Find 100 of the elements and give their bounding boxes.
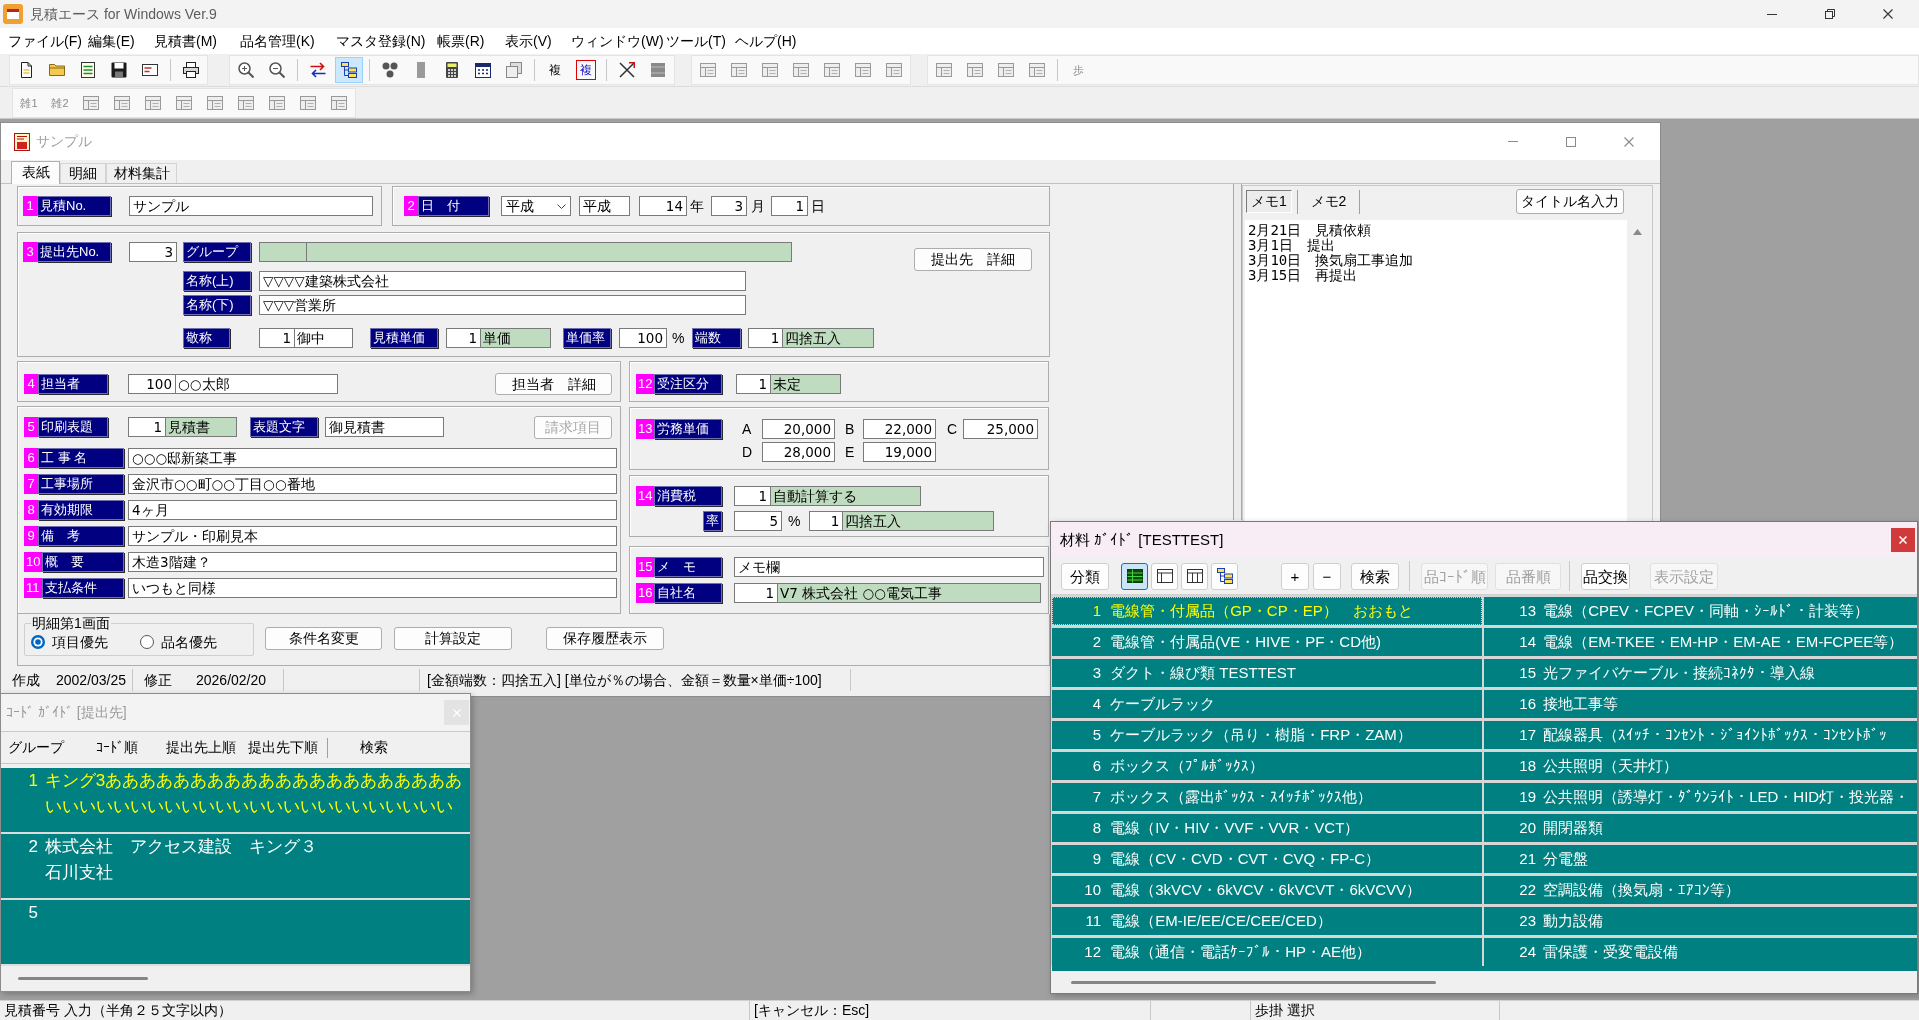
text-field[interactable]: 平成: [579, 196, 630, 216]
text-field[interactable]: いつもと同様: [128, 578, 617, 598]
text-field[interactable]: 100: [619, 328, 667, 348]
code-field[interactable]: 1: [748, 328, 784, 348]
memo-field[interactable]: 2月21日 見積依頼 3月1日 提出 3月10日 換気扇工事追加 3月15日 再提出: [1245, 220, 1627, 521]
table-icon[interactable]: [886, 62, 902, 78]
category-item[interactable]: 16 接地工事等: [1484, 690, 1917, 718]
menu-item[interactable]: 品名管理(K): [240, 30, 336, 52]
category-item[interactable]: 20 開閉器類: [1484, 814, 1917, 842]
table-icon[interactable]: [176, 94, 192, 111]
category-item[interactable]: 18 公共照明（天井灯）: [1484, 752, 1917, 780]
code-field[interactable]: 1: [809, 511, 844, 531]
close-button[interactable]: [1891, 528, 1915, 552]
category-item[interactable]: 2 電線管・付属品(VE・HIVE・PF・CD他): [1052, 628, 1482, 656]
toolbar-button[interactable]: 雑2: [46, 89, 74, 116]
category-item[interactable]: 9 電線（CV・CVD・CVT・CVQ・FP-C）: [1052, 845, 1482, 873]
menu-item[interactable]: ヘルプ(H): [735, 30, 805, 52]
save-icon[interactable]: [111, 62, 127, 78]
scrollbar-thumb[interactable]: [18, 977, 148, 980]
calculator-icon[interactable]: [444, 62, 460, 78]
table-icon[interactable]: [269, 94, 285, 111]
title-input-button[interactable]: タイトル名入力: [1516, 189, 1624, 214]
name-field[interactable]: V7 株式会社 ○○電気工事: [778, 583, 1041, 603]
table-icon[interactable]: [207, 94, 223, 111]
category-item[interactable]: 22 空調設備（換気扇・ｴｱｺﾝ等）: [1484, 876, 1917, 904]
text-field[interactable]: 20,000: [762, 419, 835, 439]
table-icon[interactable]: [793, 62, 809, 78]
toolbar-button[interactable]: 雑1: [15, 89, 43, 116]
table-icon[interactable]: [300, 94, 316, 111]
add-button[interactable]: +: [1281, 562, 1309, 590]
category-item[interactable]: 10 電線（3kVCV・6kVCV・6kVCVT・6kVCVV）: [1052, 876, 1482, 904]
code-field[interactable]: 100: [128, 374, 176, 394]
menu-item[interactable]: 見積書(M): [154, 30, 240, 52]
era-dropdown[interactable]: 平成: [501, 196, 571, 216]
minimize-icon[interactable]: [1767, 13, 1777, 15]
category-button[interactable]: 分類: [1061, 562, 1109, 590]
code-field[interactable]: 1: [734, 583, 778, 603]
toolbar-button[interactable]: グループ: [8, 737, 64, 758]
table-icon[interactable]: [145, 94, 161, 111]
category-item[interactable]: 12 電線（通信・電話ｹｰﾌﾞﾙ・HP・AE他）: [1052, 938, 1482, 966]
toolbar-button[interactable]: 歩: [1064, 57, 1092, 83]
code-field[interactable]: 1: [446, 328, 481, 348]
text-field[interactable]: 5: [734, 511, 782, 531]
code-field[interactable]: 1: [259, 328, 295, 348]
folder-icon[interactable]: [49, 62, 65, 78]
category-item[interactable]: 14 電線（EM-TKEE・EM-HP・EM-AE・EM-FCPEE等）: [1484, 628, 1917, 656]
table-icon[interactable]: [824, 62, 840, 78]
memo-tab[interactable]: メモ1: [1246, 190, 1292, 213]
category-item[interactable]: 11 電線（EM-IE/EE/CE/CEE/CED）: [1052, 907, 1482, 935]
category-item[interactable]: 3 ダクト・線ぴ類 TESTTEST: [1052, 659, 1482, 687]
text-field[interactable]: ▽▽▽営業所: [259, 295, 746, 315]
toolbar-button[interactable]: ｺｰﾄﾞ順: [95, 737, 139, 758]
name-field[interactable]: 御中: [295, 328, 353, 348]
printer-icon[interactable]: [183, 62, 199, 78]
swap-arrows-icon[interactable]: [310, 62, 326, 78]
splitter-bar[interactable]: [1233, 184, 1242, 520]
scroll-up-icon[interactable]: [1632, 229, 1642, 235]
name-field[interactable]: 未定: [771, 374, 841, 394]
table-icon[interactable]: [83, 94, 99, 111]
code-field[interactable]: 3: [129, 242, 177, 262]
zoom-out-icon[interactable]: [269, 62, 285, 78]
table-icon[interactable]: [967, 62, 983, 78]
category-item[interactable]: 24 雷保護・受変電設備: [1484, 938, 1917, 966]
menu-item[interactable]: ツール(T): [666, 30, 735, 52]
calendar-icon[interactable]: [475, 62, 491, 78]
save-history-button[interactable]: 保存履歴表示: [546, 627, 664, 650]
table-icon[interactable]: [331, 94, 347, 111]
toolbar-button[interactable]: 複: [576, 60, 596, 80]
detail-button[interactable]: 担当者 詳細: [495, 373, 612, 395]
table-icon[interactable]: [700, 62, 716, 78]
card-icon[interactable]: [142, 62, 158, 78]
text-field[interactable]: 木造3階建？: [128, 552, 617, 572]
text-field[interactable]: 22,000: [863, 419, 936, 439]
name-field[interactable]: 見積書: [166, 417, 237, 437]
text-field[interactable]: 4ヶ月: [128, 500, 617, 520]
table-icon[interactable]: [855, 62, 871, 78]
toolbar-button[interactable]: 複: [541, 57, 569, 83]
radio-option[interactable]: 品名優先: [140, 632, 217, 651]
text-field[interactable]: ○○○邸新築工事: [128, 448, 617, 468]
tab[interactable]: 明細: [60, 163, 106, 183]
menu-item[interactable]: 表示(V): [505, 30, 571, 52]
radio-option[interactable]: 項目優先: [31, 632, 108, 651]
scrollbar-thumb[interactable]: [1071, 980, 1436, 984]
restore-icon[interactable]: [1825, 9, 1835, 19]
code-field[interactable]: 1: [128, 417, 166, 437]
menu-item[interactable]: ウィンドウ(W): [571, 30, 666, 52]
block-icon[interactable]: [650, 62, 666, 78]
category-item[interactable]: 21 分電盤: [1484, 845, 1917, 873]
text-field[interactable]: ▽▽▽▽建築株式会社: [259, 271, 746, 291]
table-icon[interactable]: [998, 62, 1014, 78]
maximize-icon[interactable]: [1566, 136, 1576, 147]
rename-conditions-button[interactable]: 条件名変更: [265, 627, 382, 650]
text-field[interactable]: メモ欄: [734, 557, 1044, 577]
pages-icon[interactable]: [506, 62, 522, 78]
group-field[interactable]: [259, 242, 792, 262]
text-field[interactable]: 御見積書: [325, 417, 444, 437]
toolbar-button[interactable]: 検索: [358, 737, 389, 758]
category-item[interactable]: 13 電線（CPEV・FCPEV・同軸・ｼｰﾙﾄﾞ・計装等）: [1484, 597, 1917, 625]
table-icon[interactable]: [238, 94, 254, 111]
category-item[interactable]: 8 電線（IV・HIV・VVF・VVR・VCT）: [1052, 814, 1482, 842]
